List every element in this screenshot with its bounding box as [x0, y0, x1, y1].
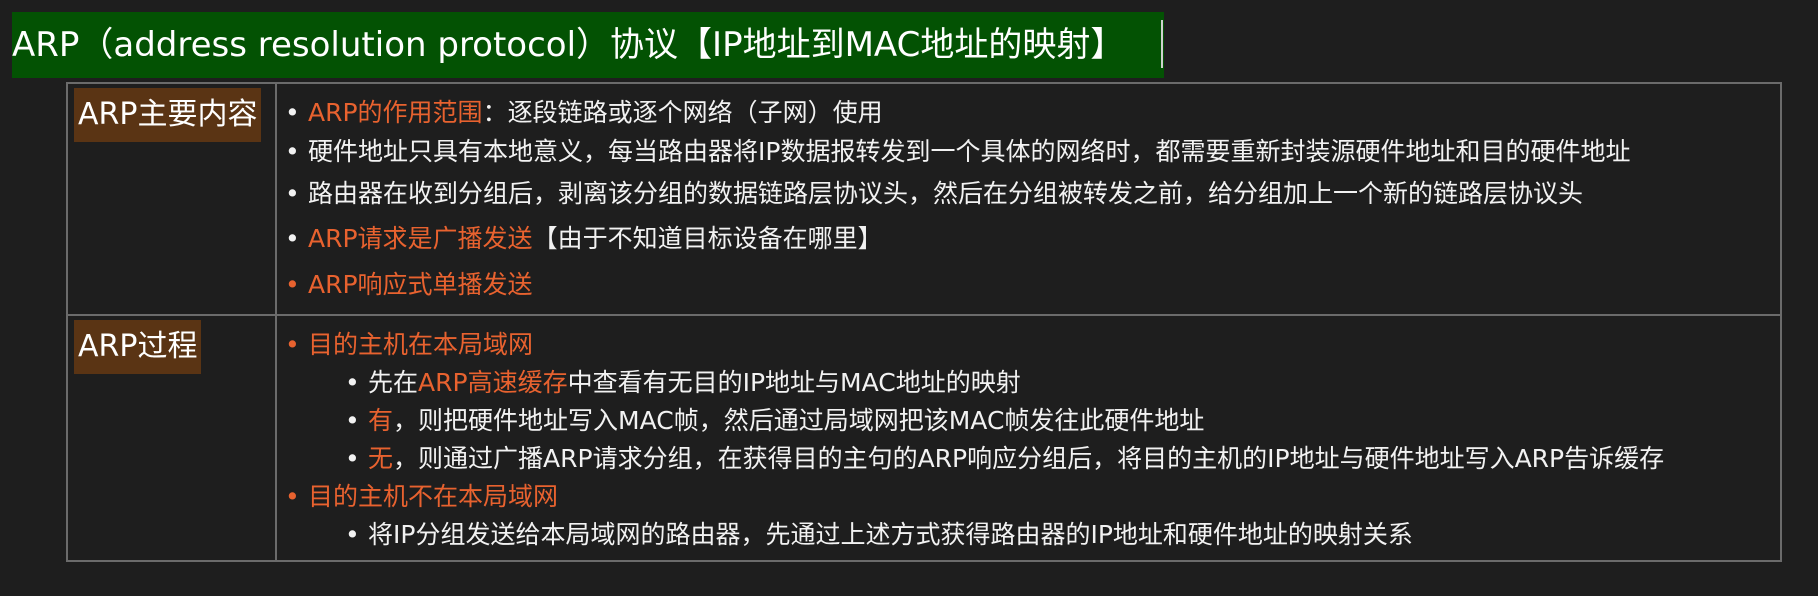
bullet-list: ARP的作用范围：逐段链路或逐个网络（子网）使用 硬件地址只具有本地意义，每当路… [277, 84, 1780, 308]
table-row-arp-main-content: ARP主要内容 ARP的作用范围：逐段链路或逐个网络（子网）使用 硬件地址只具有… [66, 82, 1782, 316]
item-text-highlight: 目的主机不在本局域网 [308, 482, 559, 511]
item-text: ，则把硬件地址写入MAC帧，然后通过局域网把该MAC帧发往此硬件地址 [393, 406, 1205, 435]
list-item-nested: 有，则把硬件地址写入MAC帧，然后通过局域网把该MAC帧发往此硬件地址 [277, 402, 1780, 440]
item-text: 硬件地址只具有本地意义，每当路由器将IP数据报转发到一个具体的网络时，都需要重新… [308, 137, 1631, 166]
item-text: 【由于不知道目标设备在哪里】 [532, 224, 883, 253]
list-item-nested: 无，则通过广播ARP请求分组，在获得目的主句的ARP响应分组后，将目的主机的IP… [277, 440, 1780, 478]
list-item: 路由器在收到分组后，剥离该分组的数据链路层协议头，然后在分组被转发之前，给分组加… [277, 172, 1780, 216]
list-item-nested: 先在ARP高速缓存中查看有无目的IP地址与MAC地址的映射 [277, 364, 1780, 402]
item-text-highlight: 无 [368, 444, 394, 473]
list-item: 目的主机不在本局域网 [277, 478, 1780, 516]
item-text: ，则通过广播ARP请求分组，在获得目的主句的ARP响应分组后，将目的主机的IP地… [393, 444, 1665, 473]
row-label-cell: ARP主要内容 [66, 82, 277, 316]
item-text-highlight: ARP的作用范围 [308, 98, 483, 127]
item-text-highlight: 目的主机在本局域网 [308, 330, 534, 359]
list-item: 硬件地址只具有本地意义，每当路由器将IP数据报转发到一个具体的网络时，都需要重新… [277, 132, 1780, 172]
text-cursor [1161, 20, 1163, 68]
list-item: ARP的作用范围：逐段链路或逐个网络（子网）使用 [277, 94, 1780, 132]
item-text-highlight: ARP响应式单播发送 [308, 270, 533, 299]
item-text: 先在 [368, 368, 419, 397]
table-row-arp-process: ARP过程 目的主机在本局域网 先在ARP高速缓存中查看有无目的IP地址与MAC… [66, 314, 1782, 562]
item-text-highlight: ARP高速缓存 [418, 368, 568, 397]
row-content-cell: ARP的作用范围：逐段链路或逐个网络（子网）使用 硬件地址只具有本地意义，每当路… [275, 82, 1782, 316]
item-text-highlight: ARP请求是广播发送 [308, 224, 533, 253]
item-text: 路由器在收到分组后，剥离该分组的数据链路层协议头，然后在分组被转发之前，给分组加… [308, 179, 1584, 208]
item-text: ：逐段链路或逐个网络（子网）使用 [482, 98, 883, 127]
list-item: 目的主机在本局域网 [277, 326, 1780, 364]
item-text: 中查看有无目的IP地址与MAC地址的映射 [567, 368, 1021, 397]
arp-table: ARP主要内容 ARP的作用范围：逐段链路或逐个网络（子网）使用 硬件地址只具有… [66, 82, 1782, 562]
row-label-cell: ARP过程 [66, 314, 277, 562]
item-text-highlight: 有 [368, 406, 394, 435]
list-item-nested: 将IP分组发送给本局域网的路由器，先通过上述方式获得路由器的IP地址和硬件地址的… [277, 516, 1780, 554]
row-label: ARP主要内容 [74, 88, 262, 142]
row-label: ARP过程 [74, 320, 202, 374]
row-content-cell: 目的主机在本局域网 先在ARP高速缓存中查看有无目的IP地址与MAC地址的映射 … [275, 314, 1782, 562]
list-item: ARP请求是广播发送【由于不知道目标设备在哪里】 [277, 216, 1780, 262]
page-title: ARP（address resolution protocol）协议【IP地址到… [12, 12, 1164, 78]
list-item: ARP响应式单播发送 [277, 262, 1780, 308]
item-text: 将IP分组发送给本局域网的路由器，先通过上述方式获得路由器的IP地址和硬件地址的… [368, 520, 1413, 549]
bullet-list: 目的主机在本局域网 先在ARP高速缓存中查看有无目的IP地址与MAC地址的映射 … [277, 316, 1780, 554]
